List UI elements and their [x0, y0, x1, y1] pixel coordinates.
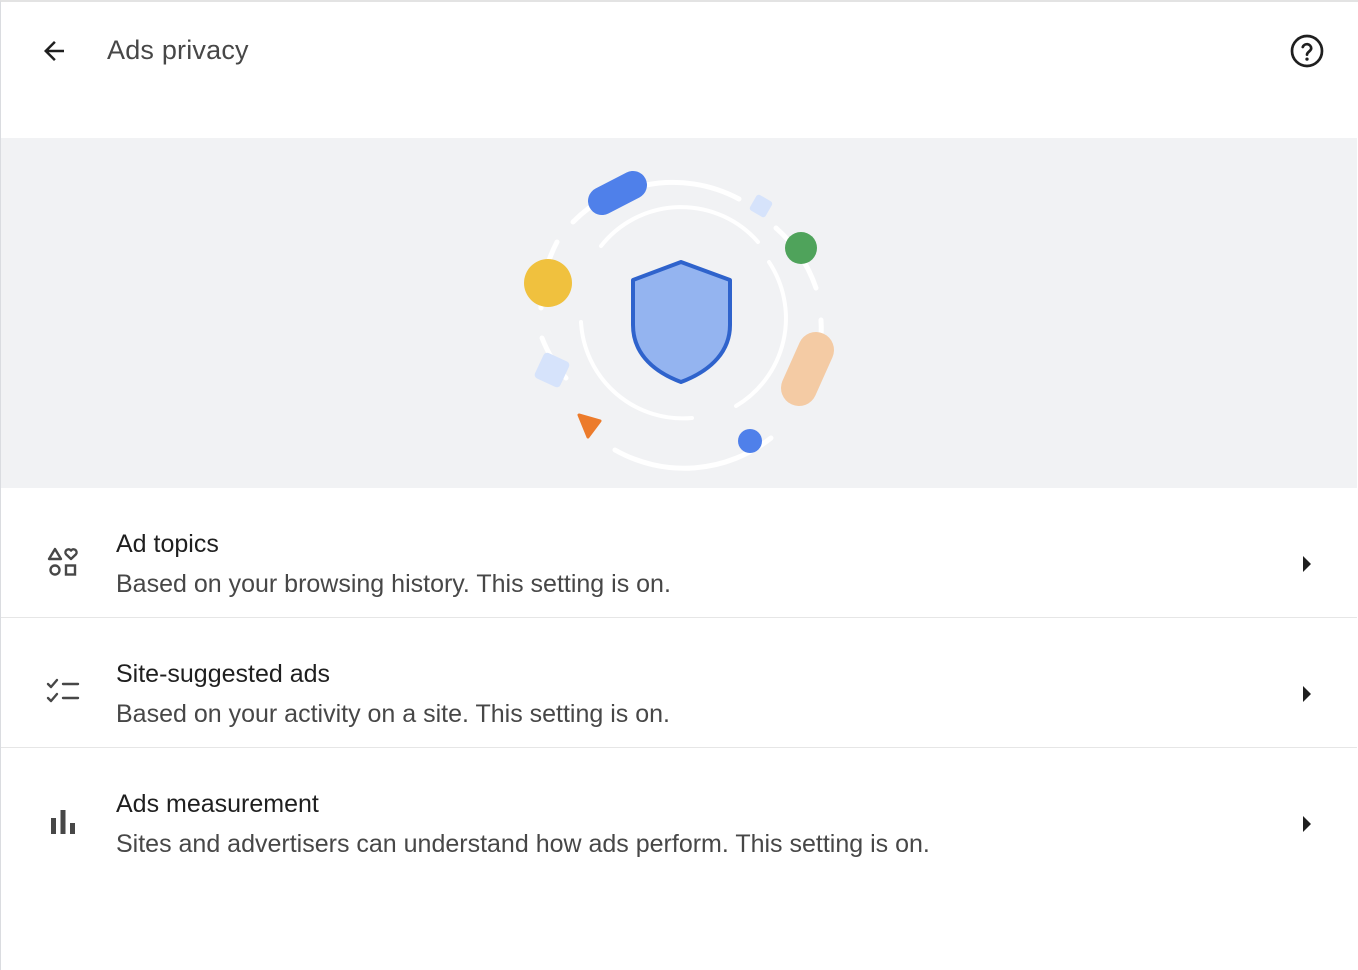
page-title: Ads privacy [107, 35, 249, 65]
settings-list: Ad topics Based on your browsing history… [1, 488, 1357, 878]
bar-chart-icon [45, 804, 81, 840]
shield-icon [631, 260, 732, 384]
help-icon [1290, 34, 1324, 68]
chevron-right-icon [1295, 552, 1319, 576]
orange-triangle-shape [577, 413, 602, 439]
shapes-icon [45, 544, 81, 580]
row-description: Based on your activity on a site. This s… [116, 700, 670, 728]
row-title: Site-suggested ads [116, 660, 331, 688]
row-description: Sites and advertisers can understand how… [116, 830, 930, 858]
light-blue-square-shape [749, 194, 773, 218]
yellow-dot-shape [524, 259, 572, 307]
back-button[interactable] [31, 28, 77, 74]
ads-privacy-page: Ads privacy Ad topics Based on your brow… [0, 0, 1358, 970]
row-description: Based on your browsing history. This set… [116, 570, 671, 598]
peach-pill-shape [781, 332, 834, 406]
blue-dot-shape [738, 429, 762, 453]
hero-banner [1, 138, 1357, 488]
blue-pill-shape [588, 171, 647, 215]
header: Ads privacy [1, 2, 1358, 102]
shield-privacy-illustration [524, 171, 834, 471]
row-title: Ad topics [116, 530, 219, 558]
help-button[interactable] [1284, 28, 1330, 74]
chevron-right-icon [1295, 682, 1319, 706]
setting-row-ad-topics[interactable]: Ad topics Based on your browsing history… [1, 488, 1357, 618]
row-title: Ads measurement [116, 790, 319, 818]
setting-row-site-suggested-ads[interactable]: Site-suggested ads Based on your activit… [1, 618, 1357, 748]
arrow-back-icon [44, 41, 64, 61]
chevron-right-icon [1295, 812, 1319, 836]
checklist-icon [45, 674, 81, 710]
setting-row-ads-measurement[interactable]: Ads measurement Sites and advertisers ca… [1, 748, 1357, 878]
green-dot-shape [785, 232, 817, 264]
light-blue-square-shape-2 [534, 352, 570, 388]
